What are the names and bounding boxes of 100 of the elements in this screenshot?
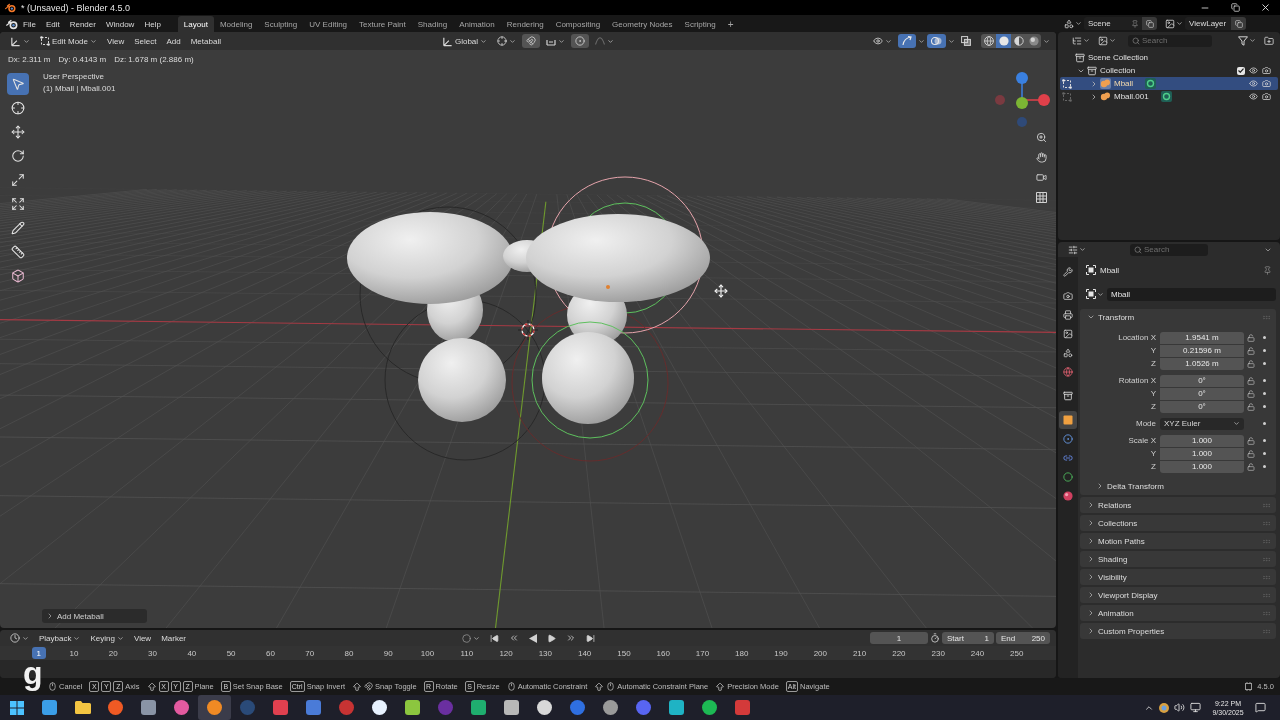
editor-type-button[interactable] xyxy=(1066,243,1088,256)
workspace-tab[interactable]: Modeling xyxy=(213,16,259,32)
keyframe-dot-icon[interactable] xyxy=(1262,422,1266,425)
keyframe-dot-icon[interactable] xyxy=(1262,452,1266,455)
keyframe-dot-icon[interactable] xyxy=(1262,405,1266,408)
checkbox[interactable] xyxy=(1236,66,1245,75)
open-lock-icon[interactable] xyxy=(1246,402,1255,411)
view-layer-field[interactable]: ViewLayer xyxy=(1185,17,1231,30)
outliner-row[interactable]: Collection xyxy=(1060,64,1278,77)
menu-item[interactable]: File xyxy=(18,16,41,32)
panel-header[interactable]: Relations xyxy=(1080,497,1276,513)
outliner-row[interactable]: Mball xyxy=(1060,77,1278,90)
menu-item[interactable]: Playback xyxy=(35,631,85,645)
stopwatch-icon[interactable] xyxy=(930,633,940,643)
search-field[interactable]: Search xyxy=(1130,243,1208,256)
keyframe-dot-icon[interactable] xyxy=(1262,465,1266,468)
object-type-dropdown[interactable] xyxy=(1084,287,1106,301)
display-mode-button[interactable] xyxy=(1096,34,1118,47)
speaker-icon[interactable] xyxy=(1174,702,1185,713)
menu-item[interactable]: Help xyxy=(139,16,166,32)
panel-header[interactable]: Motion Paths xyxy=(1080,533,1276,549)
menu-item[interactable]: View xyxy=(129,631,156,645)
workspace-tab[interactable]: Shading xyxy=(411,16,454,32)
open-lock-icon[interactable] xyxy=(1246,359,1255,368)
eye-icon[interactable] xyxy=(1249,66,1258,75)
number-field[interactable]: 1.000 xyxy=(1160,460,1244,473)
workspace-tab[interactable]: Geometry Nodes xyxy=(606,16,679,32)
shading-button[interactable] xyxy=(996,34,1011,48)
scene-field[interactable]: Scene xyxy=(1084,17,1142,30)
open-lock-icon[interactable] xyxy=(1246,333,1255,342)
mode-dropdown[interactable]: XYZ Euler xyxy=(1160,417,1244,430)
keyframe-dot-icon[interactable] xyxy=(1262,379,1266,382)
mode-dropdown[interactable]: Edit Mode xyxy=(36,34,102,48)
overlay-toggle[interactable] xyxy=(927,34,946,48)
open-lock-icon[interactable] xyxy=(1246,436,1255,445)
shading-button[interactable] xyxy=(1026,34,1041,48)
open-lock-icon[interactable] xyxy=(1246,346,1255,355)
keyframe-dot-icon[interactable] xyxy=(1262,362,1266,365)
number-field[interactable]: 1.000 xyxy=(1160,434,1244,447)
keyframe-dot-icon[interactable] xyxy=(1262,349,1266,352)
tool-button[interactable] xyxy=(7,73,29,95)
camera-icon[interactable] xyxy=(1262,79,1271,88)
menu-item[interactable]: Select xyxy=(130,34,161,48)
panel-header[interactable]: Transform xyxy=(1080,309,1276,325)
new-scene-button[interactable] xyxy=(1142,17,1157,30)
filter-button[interactable] xyxy=(1236,34,1258,47)
view-layer-type-button[interactable] xyxy=(1163,17,1185,30)
start-frame-field[interactable]: Start 1 xyxy=(942,632,994,644)
editor-type-button[interactable] xyxy=(1070,34,1092,47)
new-view-layer-button[interactable] xyxy=(1231,17,1246,30)
scene-type-button[interactable] xyxy=(1062,17,1084,30)
playhead-marker[interactable]: 1 xyxy=(31,647,46,659)
number-field[interactable]: 0° xyxy=(1160,374,1244,387)
workspace-tab[interactable]: Compositing xyxy=(549,16,607,32)
notification-icon[interactable] xyxy=(1255,702,1266,713)
end-frame-field[interactable]: End 250 xyxy=(996,632,1050,644)
menu-item[interactable]: Render xyxy=(64,16,101,32)
number-field[interactable]: 1.9541 m xyxy=(1160,331,1244,344)
workspace-tab[interactable]: UV Editing xyxy=(303,16,354,32)
proportional-button[interactable] xyxy=(571,34,590,48)
open-lock-icon[interactable] xyxy=(1246,389,1255,398)
number-field[interactable]: 1.000 xyxy=(1160,447,1244,460)
outliner-row[interactable]: Mball.001 xyxy=(1060,90,1278,103)
workspace-tab[interactable]: Texture Paint xyxy=(353,16,412,32)
eye-icon[interactable] xyxy=(1249,79,1258,88)
workspace-tab[interactable]: Scripting xyxy=(678,16,722,32)
menu-item[interactable]: Edit xyxy=(40,16,65,32)
camera-icon[interactable] xyxy=(1262,66,1271,75)
shading-button[interactable] xyxy=(1011,34,1026,48)
shading-button[interactable] xyxy=(981,34,996,48)
menu-item[interactable]: Add xyxy=(162,34,185,48)
current-frame-field[interactable]: 1 xyxy=(870,632,928,644)
panel-header[interactable]: Shading xyxy=(1080,551,1276,567)
camera-icon[interactable] xyxy=(1262,92,1271,101)
workspace-tab[interactable]: Rendering xyxy=(500,16,550,32)
navigation-gizmo[interactable] xyxy=(992,70,1052,130)
number-field[interactable]: 0.21596 m xyxy=(1160,344,1244,357)
round-tray-icon[interactable] xyxy=(1159,702,1169,713)
panel-header[interactable]: Collections xyxy=(1080,515,1276,531)
monitor-icon[interactable] xyxy=(1190,702,1201,713)
new-collection-button[interactable] xyxy=(1262,34,1276,47)
menu-item[interactable]: Marker xyxy=(157,631,191,645)
name-field[interactable]: Mball xyxy=(1107,287,1276,301)
panel-header[interactable]: Visibility xyxy=(1080,569,1276,585)
open-lock-icon[interactable] xyxy=(1246,462,1255,471)
edit-mode-icon[interactable] xyxy=(1062,91,1072,102)
search-field[interactable]: Search xyxy=(1128,34,1212,47)
panel-header[interactable]: Custom Properties xyxy=(1080,623,1276,639)
menu-item[interactable]: Metaball xyxy=(186,34,225,48)
menu-item[interactable]: Window xyxy=(100,16,140,32)
menu-item[interactable]: Keying xyxy=(86,631,128,645)
gizmo-toggle[interactable] xyxy=(898,34,916,48)
panel-header[interactable]: Viewport Display xyxy=(1080,587,1276,603)
workspace-tab[interactable]: Animation xyxy=(453,16,501,32)
number-field[interactable]: 0° xyxy=(1160,400,1244,413)
workspace-tab[interactable]: Sculpting xyxy=(258,16,304,32)
last-operator-panel[interactable]: Add Metaball xyxy=(42,609,147,623)
open-lock-icon[interactable] xyxy=(1246,449,1255,458)
panel-header[interactable]: Animation xyxy=(1080,605,1276,621)
keyframe-dot-icon[interactable] xyxy=(1262,336,1266,339)
